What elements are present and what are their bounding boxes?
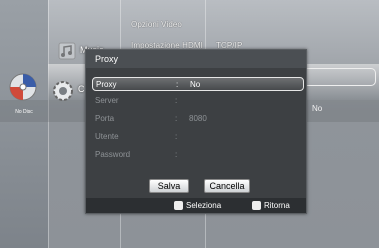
field-label: Porta (95, 114, 115, 123)
field-label: Server (95, 96, 119, 105)
dialog-title: Proxy (86, 50, 306, 68)
dialog-footer: Seleziona Ritorna (86, 198, 306, 213)
disc-icon (9, 73, 37, 101)
selected-row-outline (306, 68, 376, 86)
field-separator: : (175, 150, 178, 159)
column-divider (48, 0, 49, 248)
field-label: Proxy (96, 80, 117, 89)
field-separator: : (175, 114, 178, 123)
music-icon (58, 42, 76, 60)
left-column (0, 0, 48, 248)
field-label: Utente (95, 132, 119, 141)
proxy-dialog: Proxy Proxy : No Server : Porta : 8080 U… (85, 49, 307, 214)
field-label: Password (95, 150, 131, 159)
field-value: No (190, 80, 201, 89)
select-hint: Seleziona (186, 201, 222, 210)
return-key-icon (252, 201, 261, 210)
cancel-button[interactable]: Cancella (204, 179, 250, 193)
enter-key-icon (174, 201, 183, 210)
menu-item-video-options[interactable]: Opzioni Video (131, 20, 182, 29)
field-separator: : (176, 80, 179, 89)
field-separator: : (175, 96, 178, 105)
field-value: 8080 (189, 114, 207, 123)
setting-value: No (312, 104, 323, 113)
field-row-proxy[interactable]: Proxy : No (92, 77, 304, 91)
return-hint: Ritorna (264, 201, 290, 210)
disc-status-label: No Disc (15, 109, 33, 115)
field-separator: : (175, 132, 178, 141)
category-settings[interactable]: C (78, 84, 85, 94)
gear-icon (53, 81, 73, 101)
save-button[interactable]: Salva (149, 179, 189, 193)
